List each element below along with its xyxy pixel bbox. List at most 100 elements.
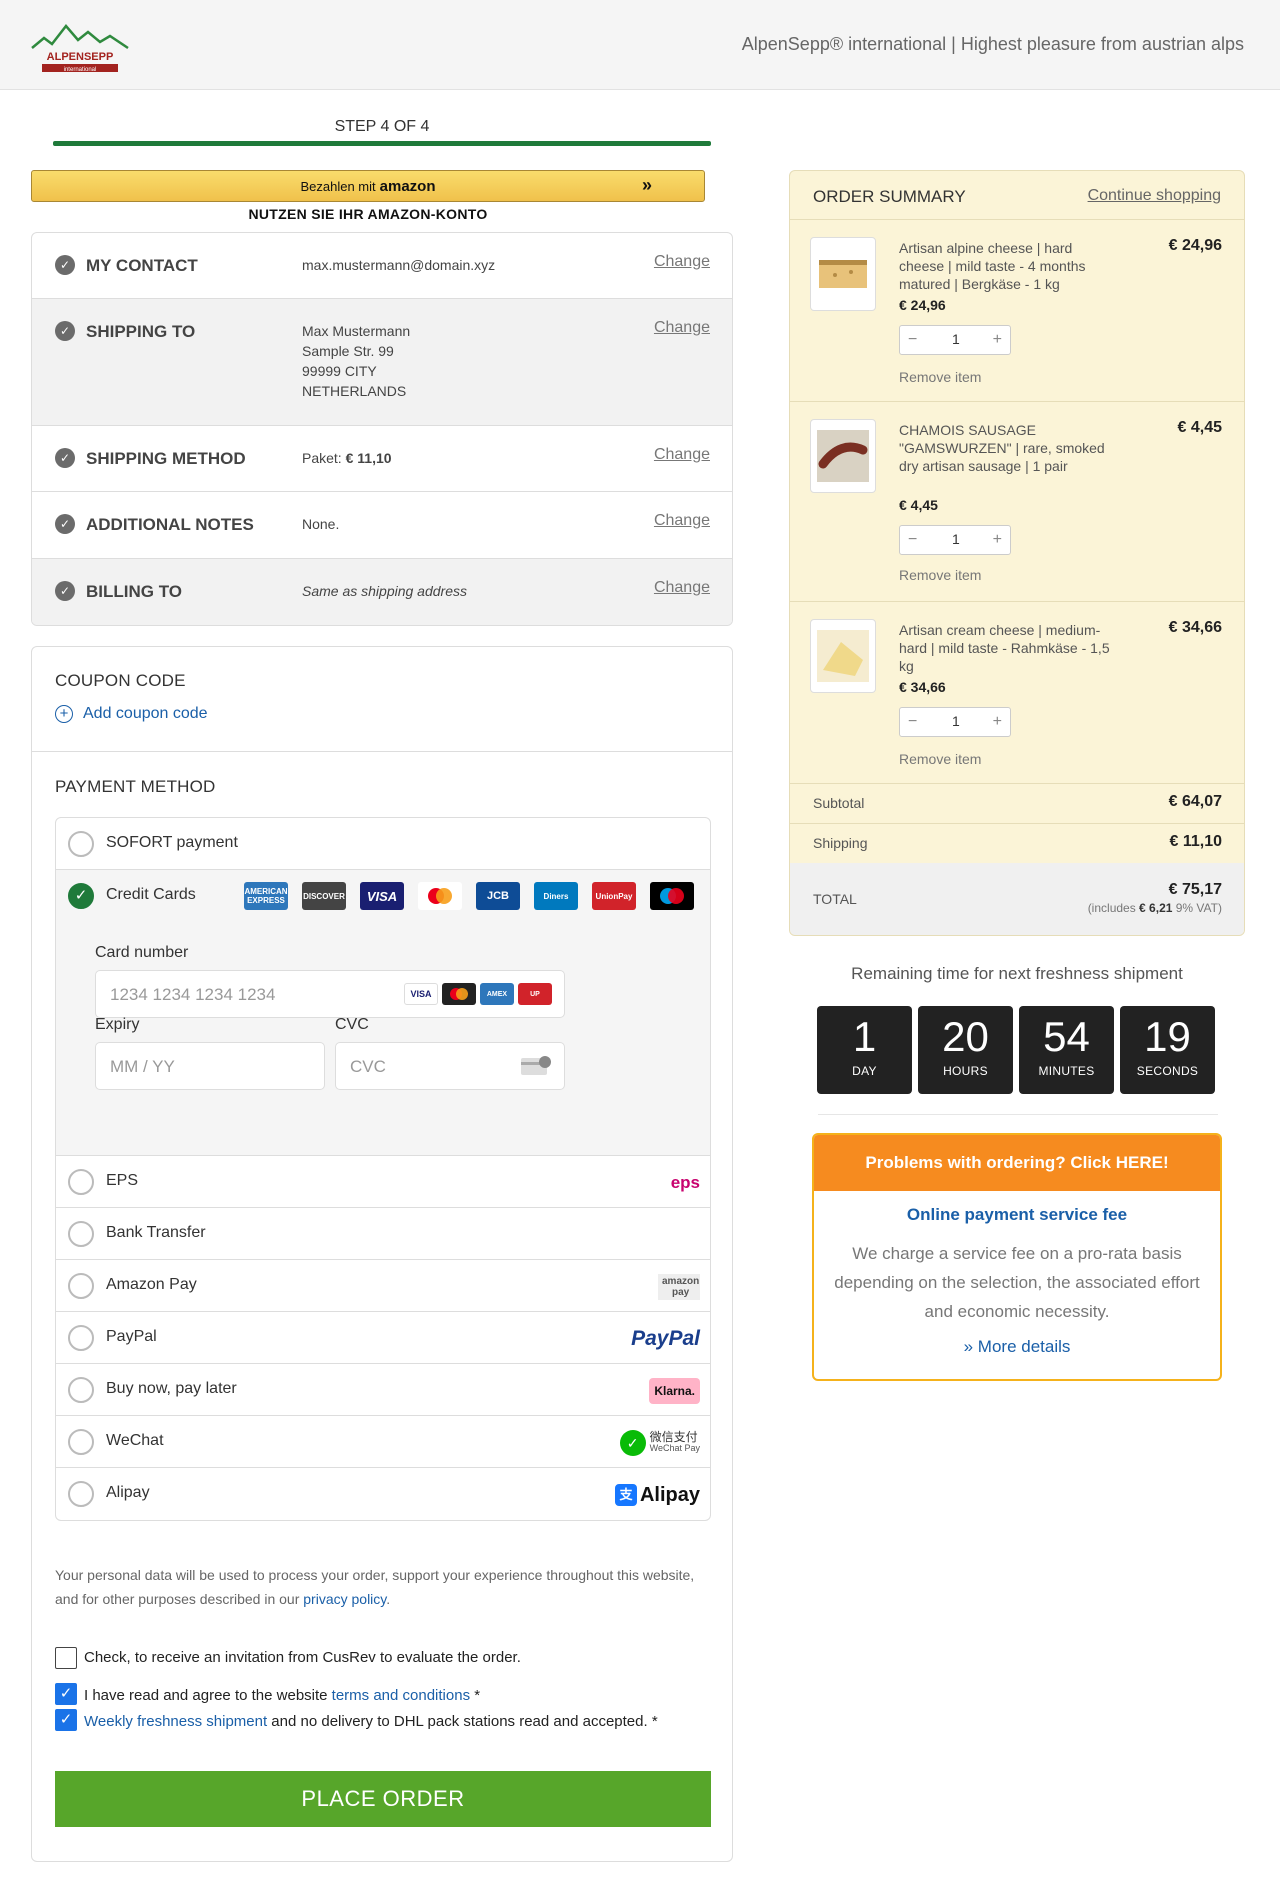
minus-icon[interactable]: − <box>908 331 917 349</box>
add-coupon-link[interactable]: + Add coupon code <box>55 705 208 723</box>
card-number-placeholder: 1234 1234 1234 1234 <box>110 985 276 1004</box>
amazon-pay-button[interactable]: Bezahlen mit amazon » <box>31 170 705 202</box>
contact-email: max.mustermann@domain.xyz <box>302 257 496 273</box>
site-tagline: AlpenSepp® international | Highest pleas… <box>741 34 1244 54</box>
plus-icon[interactable]: + <box>993 713 1002 731</box>
weekly-shipment-checkbox[interactable]: ✓ <box>55 1709 77 1731</box>
quantity-value[interactable]: 1 <box>952 713 960 729</box>
payment-option-buy-now-pay-later[interactable]: Buy now, pay later Klarna. <box>56 1364 710 1416</box>
payment-option-label: Amazon Pay <box>106 1276 197 1293</box>
radio-button-checked[interactable]: ✓ <box>68 883 94 909</box>
plus-icon[interactable]: + <box>993 331 1002 349</box>
payment-option-label: EPS <box>106 1172 139 1189</box>
remove-item-link[interactable]: Remove item <box>899 751 981 767</box>
quantity-value[interactable]: 1 <box>952 331 960 347</box>
site-header: ALPENSEPP international AlpenSepp® inter… <box>0 0 1280 90</box>
change-billing-link[interactable]: Change <box>654 579 710 597</box>
divider <box>32 751 732 752</box>
card-number-input[interactable]: 1234 1234 1234 1234 VISA AMEX UP <box>95 970 565 1018</box>
product-image[interactable] <box>810 619 876 693</box>
quantity-stepper[interactable]: − 1 + <box>899 325 1011 355</box>
payment-option-bank-transfer[interactable]: Bank Transfer <box>56 1208 710 1260</box>
privacy-end: . <box>386 1591 391 1607</box>
change-shipping-link[interactable]: Change <box>654 319 710 337</box>
payment-option-sofort[interactable]: SOFORT payment <box>56 818 710 870</box>
quantity-value[interactable]: 1 <box>952 531 960 547</box>
product-image[interactable] <box>810 237 876 311</box>
ordering-problems-link[interactable]: Problems with ordering? Click HERE! <box>814 1135 1220 1191</box>
place-order-button[interactable]: PLACE ORDER <box>55 1771 711 1827</box>
subtotal-value: € 64,07 <box>1168 793 1222 810</box>
change-contact-link[interactable]: Change <box>654 253 710 271</box>
weekly-shipment-label: Weekly freshness shipment and no deliver… <box>84 1713 658 1730</box>
radio-button[interactable] <box>68 1169 94 1195</box>
expiry-input[interactable]: MM / YY <box>95 1042 325 1090</box>
product-unit-price: € 34,66 <box>899 679 946 695</box>
privacy-policy-link[interactable]: privacy policy <box>303 1591 386 1607</box>
change-shipping-method-link[interactable]: Change <box>654 446 710 464</box>
product-name[interactable]: Artisan cream cheese | medium-hard | mil… <box>899 621 1111 675</box>
radio-button[interactable] <box>68 1377 94 1403</box>
minus-icon[interactable]: − <box>908 531 917 549</box>
order-summary-title: ORDER SUMMARY <box>813 187 966 206</box>
payment-option-amazon-pay[interactable]: Amazon Pay amazon pay <box>56 1260 710 1312</box>
subtotal-label: Subtotal <box>813 795 865 811</box>
weekly-shipment-link[interactable]: Weekly freshness shipment <box>84 1713 267 1730</box>
radio-button[interactable] <box>68 1429 94 1455</box>
product-line-total: € 24,96 <box>1168 237 1222 254</box>
add-coupon-label: Add coupon code <box>83 705 208 722</box>
plus-icon[interactable]: + <box>993 531 1002 549</box>
more-details-link[interactable]: » More details <box>814 1337 1220 1357</box>
continue-shopping-link[interactable]: Continue shopping <box>1088 187 1221 205</box>
cvc-input[interactable]: CVC <box>335 1042 565 1090</box>
product-image[interactable] <box>810 419 876 493</box>
mastercard-logo <box>418 882 462 910</box>
radio-button[interactable] <box>68 831 94 857</box>
minus-icon[interactable]: − <box>908 713 917 731</box>
payment-option-alipay[interactable]: Alipay 支 Alipay <box>56 1468 710 1520</box>
remove-item-link[interactable]: Remove item <box>899 369 981 385</box>
cusrev-checkbox[interactable] <box>55 1647 77 1669</box>
address-line: 99999 CITY <box>302 363 377 379</box>
radio-button[interactable] <box>68 1221 94 1247</box>
visa-icon: VISA <box>404 983 438 1005</box>
payment-option-label: WeChat <box>106 1432 164 1449</box>
terms-link[interactable]: terms and conditions <box>332 1687 470 1704</box>
countdown-day-label: DAY <box>852 1064 877 1078</box>
payment-option-eps[interactable]: EPS eps <box>56 1156 710 1208</box>
review-contact: ✓ MY CONTACT max.mustermann@domain.xyz C… <box>32 233 732 299</box>
radio-button[interactable] <box>68 1325 94 1351</box>
product-name[interactable]: CHAMOIS SAUSAGE "GAMSWURZEN" | rare, smo… <box>899 421 1111 475</box>
payment-option-credit-cards[interactable]: ✓ Credit Cards AMERICAN EXPRESS DISCOVER… <box>56 870 710 922</box>
billing-value: Same as shipping address <box>302 583 467 599</box>
svg-text:ALPENSEPP: ALPENSEPP <box>47 51 114 63</box>
shipping-row: Shipping € 11,10 <box>790 823 1244 863</box>
payment-option-label: PayPal <box>106 1328 157 1345</box>
total-row: TOTAL € 75,17 (includes € 6,21 9% VAT) <box>790 863 1244 935</box>
quantity-stepper[interactable]: − 1 + <box>899 707 1011 737</box>
vat-prefix: (includes <box>1087 901 1140 915</box>
product-name[interactable]: Artisan alpine cheese | hard cheese | mi… <box>899 239 1111 293</box>
order-summary: ORDER SUMMARY Continue shopping Artisan … <box>789 170 1245 936</box>
countdown-seconds: 19 SECONDS <box>1120 1006 1215 1094</box>
expiry-label: Expiry <box>95 1016 140 1033</box>
remove-item-link[interactable]: Remove item <box>899 567 981 583</box>
change-notes-link[interactable]: Change <box>654 512 710 530</box>
radio-button[interactable] <box>68 1273 94 1299</box>
radio-button[interactable] <box>68 1481 94 1507</box>
terms-label: I have read and agree to the website ter… <box>84 1687 480 1704</box>
payment-option-wechat[interactable]: WeChat ✓ 微信支付 WeChat Pay <box>56 1416 710 1468</box>
credit-card-section: ✓ Credit Cards AMERICAN EXPRESS DISCOVER… <box>56 870 710 1156</box>
alpensepp-logo[interactable]: ALPENSEPP international <box>30 18 130 74</box>
terms-checkbox[interactable]: ✓ <box>55 1683 77 1705</box>
payment-option-paypal[interactable]: PayPal PayPal <box>56 1312 710 1364</box>
total-value: € 75,17 <box>1168 881 1222 898</box>
review-title: SHIPPING METHOD <box>86 449 246 468</box>
alipay-wordmark: Alipay <box>639 1483 700 1506</box>
plus-circle-icon: + <box>55 705 73 723</box>
subtotal-row: Subtotal € 64,07 <box>790 783 1244 823</box>
review-shipping-method: ✓ SHIPPING METHOD Paket: € 11,10 Change <box>32 426 732 492</box>
payment-option-label: Credit Cards <box>106 886 196 903</box>
divider <box>790 219 1244 220</box>
quantity-stepper[interactable]: − 1 + <box>899 525 1011 555</box>
